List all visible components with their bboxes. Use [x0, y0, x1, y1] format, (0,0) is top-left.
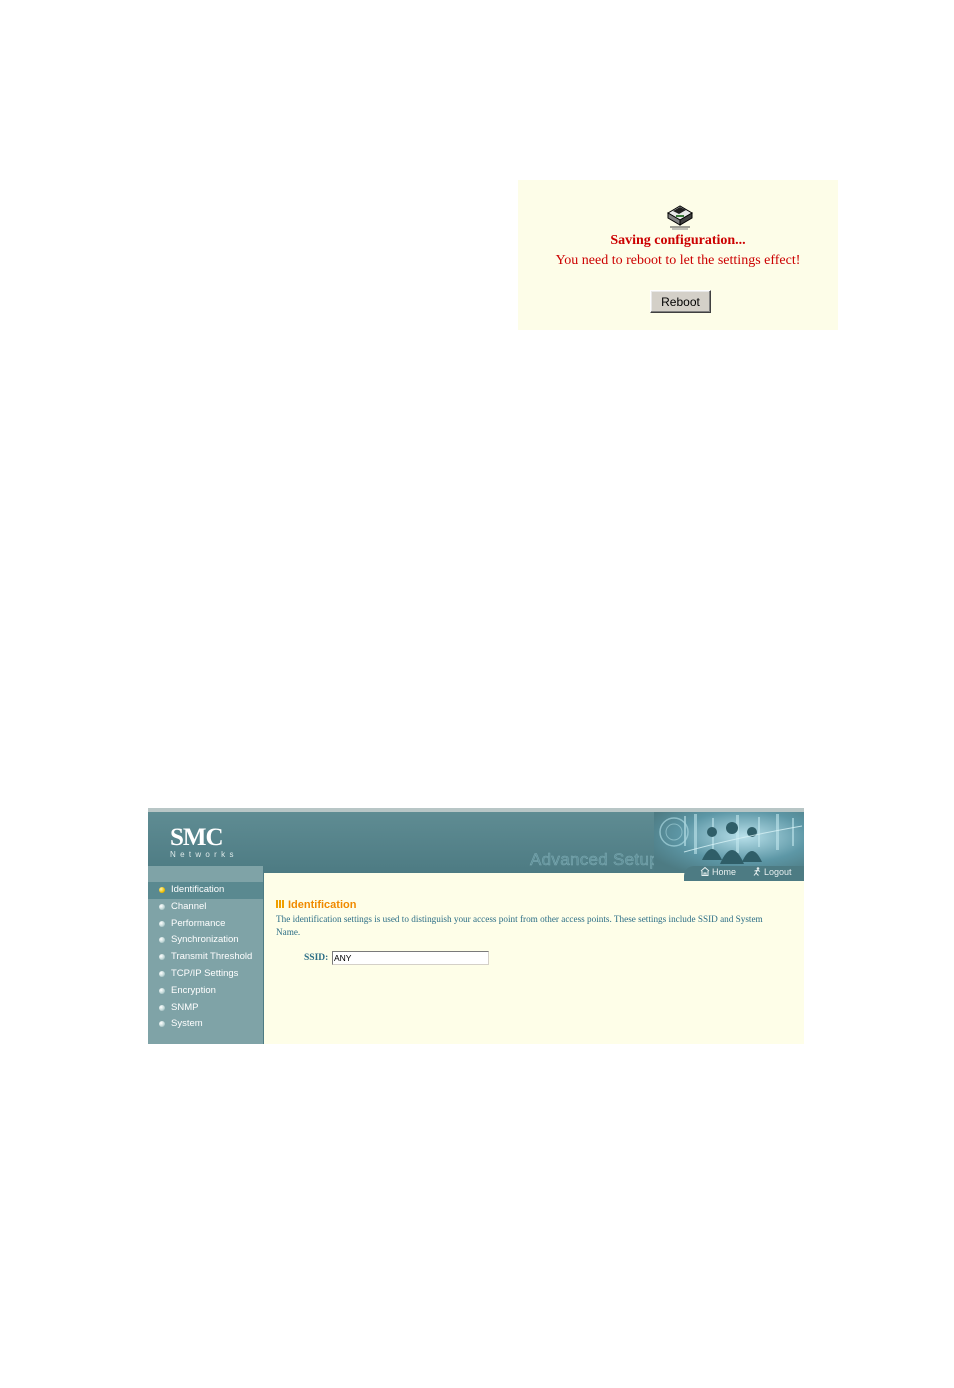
logout-icon [753, 867, 761, 876]
logout-label: Logout [764, 867, 792, 877]
nav-list: Identification Channel Performance Synch… [148, 882, 263, 1033]
saving-disk-icon [667, 205, 693, 230]
bullet-icon [159, 970, 165, 977]
sidebar-item-identification[interactable]: Identification [148, 882, 263, 899]
grid-icon [276, 900, 284, 908]
bullet-icon [159, 887, 165, 893]
sidebar-item-snmp[interactable]: SNMP [148, 1000, 263, 1017]
sidebar-item-encryption[interactable]: Encryption [148, 983, 263, 1000]
sidebar-item-label: Transmit Threshold [171, 951, 253, 963]
home-icon [700, 867, 710, 876]
bullet-icon [159, 987, 165, 994]
saving-dialog: Saving configuration... You need to rebo… [518, 180, 838, 330]
page-description: The identification settings is used to d… [276, 914, 763, 937]
bullet-icon [159, 903, 165, 910]
sidebar-item-transmit-threshold[interactable]: Transmit Threshold [148, 949, 263, 966]
sidebar-item-label: TCP/IP Settings [171, 967, 239, 979]
sidebar-item-synchronization[interactable]: Synchronization [148, 932, 263, 949]
logout-link[interactable]: Logout [752, 867, 792, 877]
sidebar-item-tcpip-settings[interactable]: TCP/IP Settings [148, 966, 263, 983]
saving-title: Saving configuration... [610, 233, 746, 248]
page-title-text: Identification [288, 899, 357, 911]
sidebar-item-label: Synchronization [171, 934, 239, 946]
smc-admin-window: SMC Networks Advanced Setup Home Logout … [148, 808, 804, 1044]
header-banner: SMC Networks Advanced Setup [148, 812, 804, 873]
bullet-icon [159, 954, 165, 961]
sidebar-item-label: Encryption [171, 984, 216, 996]
header-people-image [654, 812, 804, 873]
header-title: Advanced Setup [530, 850, 659, 870]
content-area: Identification The identification settin… [276, 898, 796, 938]
reboot-button[interactable]: Reboot [650, 290, 711, 313]
home-label: Home [712, 867, 737, 877]
bullet-icon [159, 1021, 165, 1028]
smc-logo: SMC [170, 824, 224, 851]
sidebar-item-channel[interactable]: Channel [148, 899, 263, 916]
home-link[interactable]: Home [700, 867, 736, 877]
bullet-icon [159, 920, 165, 927]
sidebar-item-label: Performance [171, 917, 226, 929]
sidebar-item-system[interactable]: System [148, 1016, 263, 1033]
sidebar-item-label: SNMP [171, 1001, 199, 1013]
ssid-input[interactable] [332, 951, 489, 965]
smc-logo-subtitle: Networks [170, 850, 238, 859]
sidebar-item-performance[interactable]: Performance [148, 916, 263, 933]
page-title: Identification [276, 898, 796, 912]
ssid-label: SSID: [304, 953, 329, 963]
bullet-icon [159, 1004, 165, 1011]
reboot-message: You need to reboot to let the settings e… [555, 253, 801, 268]
sidebar-item-label: Identification [171, 884, 225, 895]
bullet-icon [159, 937, 165, 944]
sidebar-item-label: Channel [171, 900, 207, 912]
sidebar-nav: Identification Channel Performance Synch… [148, 866, 264, 1044]
sidebar-item-label: System [171, 1018, 203, 1030]
